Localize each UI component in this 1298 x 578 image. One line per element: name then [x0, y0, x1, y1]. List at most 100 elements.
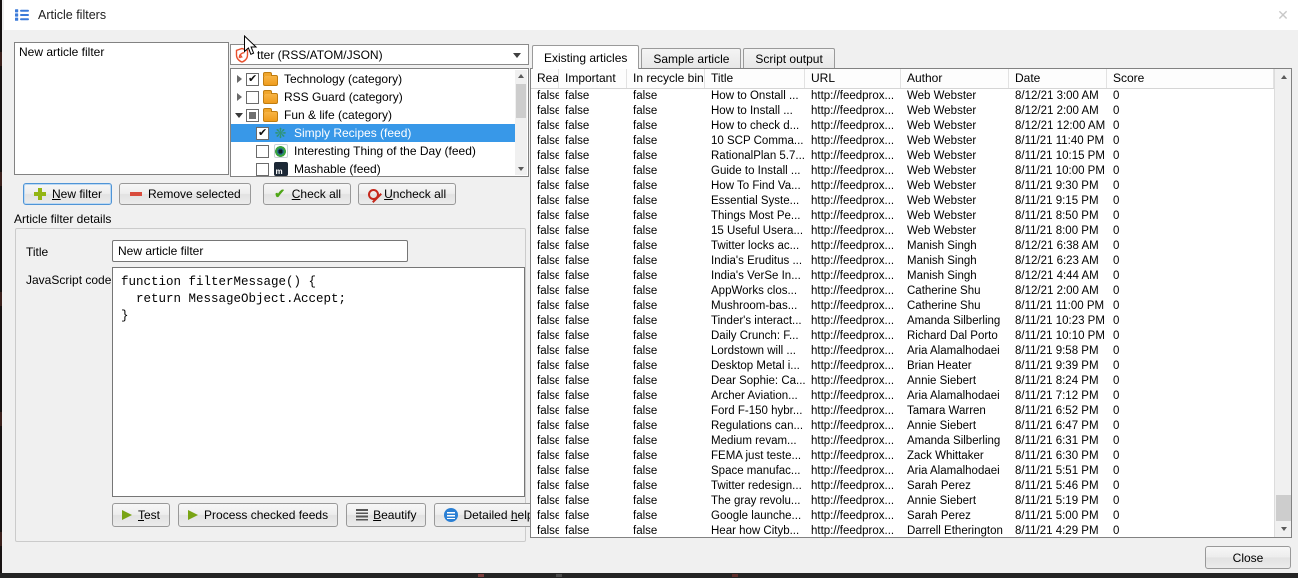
cell-in-recycle-bin: false [627, 239, 705, 254]
article-row[interactable]: falsefalsefalseMushroom-bas...http://fee… [531, 299, 1274, 314]
cell-read: false [531, 479, 559, 494]
tab-sample-article[interactable]: Sample article [641, 48, 741, 68]
close-button[interactable]: Close [1205, 546, 1291, 569]
article-row[interactable]: falsefalsefalse10 SCP Comma...http://fee… [531, 134, 1274, 149]
article-row[interactable]: falsefalsefalseDesktop Metal i...http://… [531, 359, 1274, 374]
column-header-read[interactable]: Read [531, 69, 559, 88]
article-row[interactable]: falsefalsefalseFEMA just teste...http://… [531, 449, 1274, 464]
article-row[interactable]: falsefalsefalseGoogle launche...http://f… [531, 509, 1274, 524]
article-row[interactable]: falsefalsefalseFord F-150 hybr...http://… [531, 404, 1274, 419]
column-header-important[interactable]: Important [559, 69, 627, 88]
article-row[interactable]: falsefalsefalseHow to check d...http://f… [531, 119, 1274, 134]
account-combobox[interactable]: tter (RSS/ATOM/JSON) [230, 44, 529, 65]
cell-read: false [531, 284, 559, 299]
column-header-score[interactable]: Score [1107, 69, 1274, 88]
scrollbar-thumb[interactable] [1276, 495, 1291, 521]
cell-read: false [531, 404, 559, 419]
article-row[interactable]: falsefalsefalseDear Sophie: Ca...http://… [531, 374, 1274, 389]
article-row[interactable]: falsefalsefalseThings Most Pe...http://f… [531, 209, 1274, 224]
article-row[interactable]: falsefalsefalseAppWorks clos...http://fe… [531, 284, 1274, 299]
article-row[interactable]: falsefalsefalseEssential Syste...http://… [531, 194, 1274, 209]
scroll-up-icon[interactable] [1275, 69, 1292, 85]
cell-author: Catherine Shu [901, 299, 1009, 314]
article-row[interactable]: falsefalsefalseDaily Crunch: F...http://… [531, 329, 1274, 344]
article-row[interactable]: falsefalsefalseHear how Cityb...http://f… [531, 524, 1274, 538]
cell-url: http://feedprox... [805, 479, 901, 494]
collapse-arrow-icon[interactable] [234, 110, 244, 120]
scroll-down-icon[interactable] [515, 163, 527, 175]
column-header-date[interactable]: Date [1009, 69, 1107, 88]
tree-item-simply-recipes-feed[interactable]: Simply Recipes (feed) [231, 124, 515, 142]
article-row[interactable]: falsefalsefalseMedium revam...http://fee… [531, 434, 1274, 449]
tree-checkbox[interactable] [256, 163, 269, 176]
article-row[interactable]: falsefalsefalseRegulations can...http://… [531, 419, 1274, 434]
javascript-code-editor[interactable]: function filterMessage() { return Messag… [112, 267, 525, 497]
tree-scrollbar[interactable] [515, 70, 527, 175]
filter-list-item[interactable]: New article filter [15, 43, 228, 61]
scroll-down-icon[interactable] [1275, 521, 1292, 537]
article-row[interactable]: falsefalsefalseTwitter redesign...http:/… [531, 479, 1274, 494]
article-row[interactable]: falsefalsefalseIndia's Eruditus ...http:… [531, 254, 1274, 269]
filters-list[interactable]: New article filter [14, 42, 229, 175]
tree-item-mashable-feed[interactable]: Mashable (feed) [231, 160, 515, 177]
detailed-help-button[interactable]: Detailed help [434, 503, 543, 527]
article-row[interactable]: falsefalsefalseIndia's VerSe In...http:/… [531, 269, 1274, 284]
tree-checkbox[interactable] [256, 127, 269, 140]
new-filter-button[interactable]: New filter [23, 183, 112, 205]
cell-author: Annie Siebert [901, 494, 1009, 509]
cell-score: 0 [1107, 509, 1274, 524]
article-row[interactable]: falsefalsefalseLordstown will ...http://… [531, 344, 1274, 359]
column-header-author[interactable]: Author [901, 69, 1009, 88]
tree-item-rss-guard-category[interactable]: RSS Guard (category) [231, 88, 515, 106]
tree-checkbox[interactable] [256, 145, 269, 158]
scrollbar-thumb[interactable] [516, 84, 526, 118]
expand-arrow-icon[interactable] [234, 92, 244, 102]
tab-existing-articles[interactable]: Existing articles [532, 45, 639, 69]
tab-script-output[interactable]: Script output [743, 48, 834, 68]
column-header-url[interactable]: URL [805, 69, 901, 88]
cell-score: 0 [1107, 149, 1274, 164]
uncheck-all-button[interactable]: Uncheck all [358, 183, 456, 205]
cell-title: AppWorks clos... [705, 284, 805, 299]
cell-in-recycle-bin: false [627, 224, 705, 239]
tree-checkbox[interactable] [246, 73, 259, 86]
expand-arrow-icon[interactable] [234, 74, 244, 84]
remove-selected-button[interactable]: Remove selected [119, 183, 251, 205]
tree-item-technology-category[interactable]: Technology (category) [231, 70, 515, 88]
beautify-button[interactable]: Beautify [346, 503, 426, 527]
cell-url: http://feedprox... [805, 104, 901, 119]
cell-important: false [559, 479, 627, 494]
scroll-up-icon[interactable] [515, 70, 527, 82]
article-row[interactable]: falsefalsefalseRationalPlan 5.7...http:/… [531, 149, 1274, 164]
tree-checkbox[interactable] [246, 91, 259, 104]
article-row[interactable]: falsefalsefalseHow To Find Va...http://f… [531, 179, 1274, 194]
cell-read: false [531, 374, 559, 389]
article-row[interactable]: falsefalsefalseHow to Install ...http://… [531, 104, 1274, 119]
column-header-title[interactable]: Title [705, 69, 805, 88]
article-row[interactable]: falsefalsefalseGuide to Install ...http:… [531, 164, 1274, 179]
article-row[interactable]: falsefalsefalseHow to Onstall ...http://… [531, 89, 1274, 104]
tree-checkbox[interactable] [246, 109, 259, 122]
article-row[interactable]: falsefalsefalseSpace manufac...http://fe… [531, 464, 1274, 479]
column-header-in-recycle-bin[interactable]: In recycle bin [627, 69, 705, 88]
close-icon[interactable]: ✕ [1273, 6, 1293, 24]
cell-in-recycle-bin: false [627, 344, 705, 359]
cell-url: http://feedprox... [805, 134, 901, 149]
cell-important: false [559, 209, 627, 224]
tree-item-interesting-thing-of-the-day-feed[interactable]: Interesting Thing of the Day (feed) [231, 142, 515, 160]
article-row[interactable]: falsefalsefalseTinder's interact...http:… [531, 314, 1274, 329]
check-all-button[interactable]: Check all [263, 183, 351, 205]
cell-author: Web Webster [901, 104, 1009, 119]
article-row[interactable]: falsefalsefalseArcher Aviation...http://… [531, 389, 1274, 404]
table-scrollbar[interactable] [1274, 69, 1291, 537]
title-input[interactable] [112, 240, 408, 262]
process-checked-feeds-button[interactable]: Process checked feeds [178, 503, 338, 527]
article-row[interactable]: falsefalsefalse15 Useful Usera...http://… [531, 224, 1274, 239]
article-row[interactable]: falsefalsefalseTwitter locks ac...http:/… [531, 239, 1274, 254]
cell-title: Hear how Cityb... [705, 524, 805, 538]
test-button[interactable]: Test [112, 503, 170, 527]
cell-title: Google launche... [705, 509, 805, 524]
cell-in-recycle-bin: false [627, 254, 705, 269]
article-row[interactable]: falsefalsefalseThe gray revolu...http://… [531, 494, 1274, 509]
tree-item-fun-life-category[interactable]: Fun & life (category) [231, 106, 515, 124]
